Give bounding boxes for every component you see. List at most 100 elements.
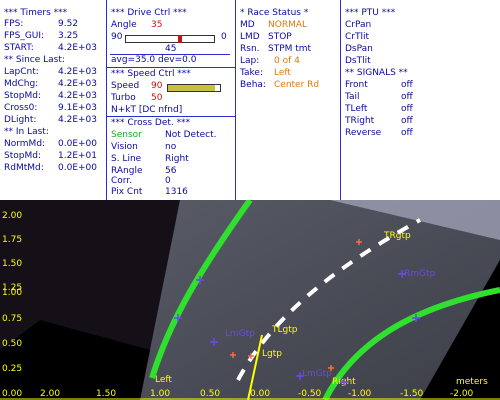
drive-panel: *** Drive Ctrl *** Angle 35 90 0 45 avg=… [107,0,235,200]
vision-label: Vision [111,142,138,152]
tlgtp-label: TLgtp [271,325,298,335]
signal-label: TLeft [345,104,368,114]
stopmd2-label: StopMd: [4,151,41,161]
avg-dev-readout: avg=35.0 dev=0.0 [111,55,197,65]
rangle-value: 56 [165,166,177,176]
x-tick: -2.00 [450,389,474,399]
divider [107,67,235,68]
y-tick: 0.25 [2,364,23,374]
lmgtp2-label: LmGtp [302,369,332,379]
sensor-label: Sensor [111,130,142,140]
rdmtmd-value: 0.0E+00 [58,163,97,173]
speed-note: N+kT [DC nfnd] [111,105,183,115]
angle-scale-left: 90 [111,32,123,42]
sensor-value: Not Detect. [165,130,217,140]
speed-bar-fill [168,85,215,91]
dlight-label: DLight: [4,115,37,125]
signal-value: off [401,104,413,114]
mdchg-value: 4.2E+03 [58,79,97,89]
angle-label: Angle [111,20,137,30]
timers-header: *** Timers *** [4,8,68,18]
fps-gui-label: FPS_GUI: [4,31,45,41]
ptu-item: DsTlit [345,56,371,66]
lgtp-label: Lgtp [262,349,282,359]
signal-value: off [401,128,413,138]
dlight-value: 4.2E+03 [58,115,97,125]
y-tick: 0.50 [2,339,23,349]
rmgtp-label: RmGtp [404,269,436,279]
trgtp-label: TRgtp [383,231,411,241]
lap-value: 0 of 4 [274,56,300,66]
y-tick: 1.75 [2,235,23,245]
signals-header: ** SIGNALS ** [345,68,408,78]
normmd-value: 0.0E+00 [58,139,97,149]
signal-label: Tail [345,92,360,102]
angle-scale-mid: 45 [165,44,177,54]
camera-view: Left Right TLgtp Lgtp TRgtp LmGtp RmGtp … [0,200,500,400]
angle-slider-marker [178,35,182,43]
timers-panel: *** Timers *** FPS: 9.52 FPS_GUI: 3.25 S… [0,0,105,200]
mdchg-label: MdChg: [4,79,39,89]
lmd-value: STOP [268,32,292,42]
y-tick: 0.00 [2,389,23,399]
y-tick: 0.75 [2,314,23,324]
lmd-label: LMD [240,32,260,42]
rdmtmd-label: RdMtMd: [4,163,44,173]
pix-cnt-label: Pix Cnt [111,187,143,197]
units-label: meters [456,377,488,387]
cross-det-header: *** Cross Det. *** [111,118,191,128]
y-tick: 1.00 [2,288,23,298]
left-label: Left [155,375,172,385]
corr-label: Corr. [111,176,133,186]
signal-label: Reverse [345,128,382,138]
x-tick: -1.00 [348,389,372,399]
signal-value: off [401,92,413,102]
sline-label: S. Line [111,154,142,164]
lapcnt-label: LapCnt: [4,67,39,77]
pix-cnt-value: 1316 [165,187,188,197]
x-tick: 0.50 [200,389,221,399]
x-tick: 2.00 [40,389,61,399]
in-last-header: ** In Last: [4,127,49,137]
y-tick: 1.50 [2,259,23,269]
x-tick: -0.50 [298,389,322,399]
corr-value: 0 [165,176,171,186]
cross0-label: Cross0: [4,103,38,113]
race-status-header: * Race Status * [240,8,309,18]
angle-scale-right: 0 [221,32,227,42]
fps-label: FPS: [4,19,24,29]
speed-ctrl-header: *** Speed Ctrl *** [111,69,191,79]
x-tick: 0.00 [250,389,271,399]
turbo-value: 50 [151,93,163,103]
take-label: Take: [240,68,263,78]
x-tick: -1.50 [400,389,424,399]
md-value: NORMAL [268,20,308,30]
speed-bar [167,84,221,92]
camera-scene: Left Right TLgtp Lgtp TRgtp LmGtp RmGtp … [0,200,500,400]
angle-value: 35 [151,20,163,30]
rsn-label: Rsn. [240,44,260,54]
sline-value: Right [165,154,189,164]
vision-value: no [165,142,177,152]
stopmd2-value: 1.2E+01 [58,151,97,161]
divider [107,116,235,117]
since-last-header: ** Since Last: [4,55,65,65]
race-status-panel: * Race Status * MD NORMAL LMD STOP Rsn. … [236,0,340,200]
x-tick: 1.00 [150,389,171,399]
signal-label: TRight [345,116,375,126]
ptu-header: *** PTU *** [345,8,396,18]
stopmd-value: 4.2E+03 [58,91,97,101]
ptu-item: DsPan [345,44,373,54]
lapcnt-value: 4.2E+03 [58,67,97,77]
cross0-value: 9.1E+03 [58,103,97,113]
signal-label: Front [345,80,368,90]
x-tick: 1.50 [96,389,117,399]
y-tick: 2.00 [2,211,23,221]
signal-value: off [401,116,413,126]
speed-value: 90 [151,81,163,91]
start-label: START: [4,43,34,53]
speed-label: Speed [111,81,140,91]
turbo-label: Turbo [111,93,136,103]
rsn-value: STPM tmt [268,44,312,54]
ptu-item: CrPan [345,20,372,30]
